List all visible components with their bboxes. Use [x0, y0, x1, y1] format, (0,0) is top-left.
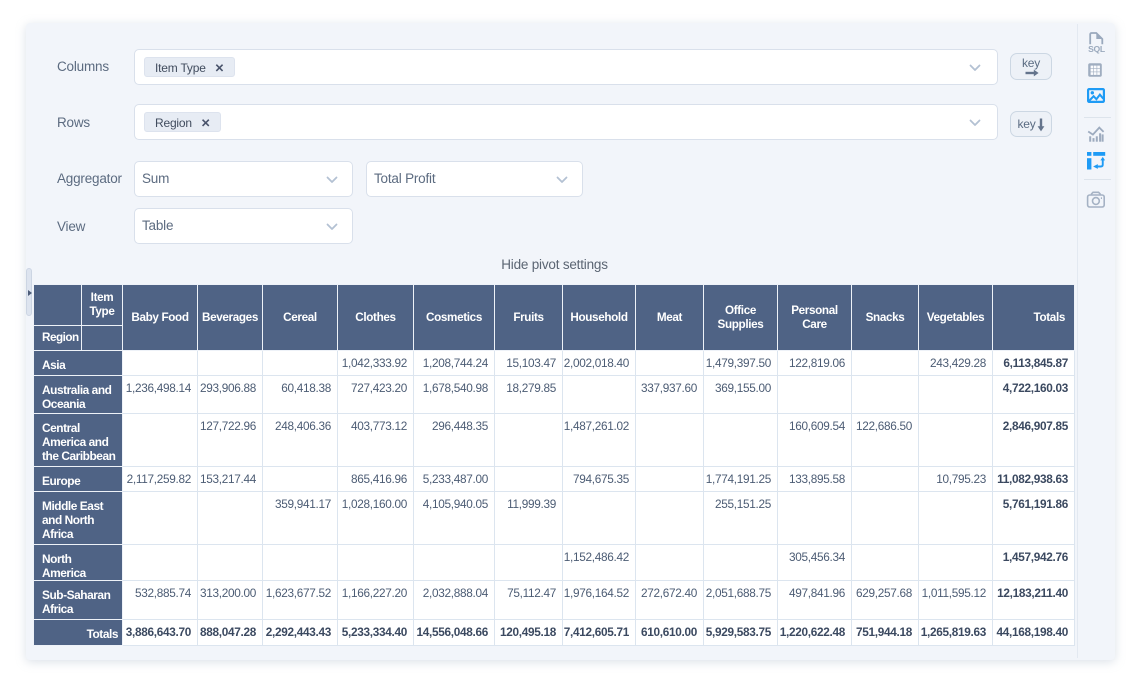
svg-text:SQL: SQL — [1088, 44, 1105, 54]
